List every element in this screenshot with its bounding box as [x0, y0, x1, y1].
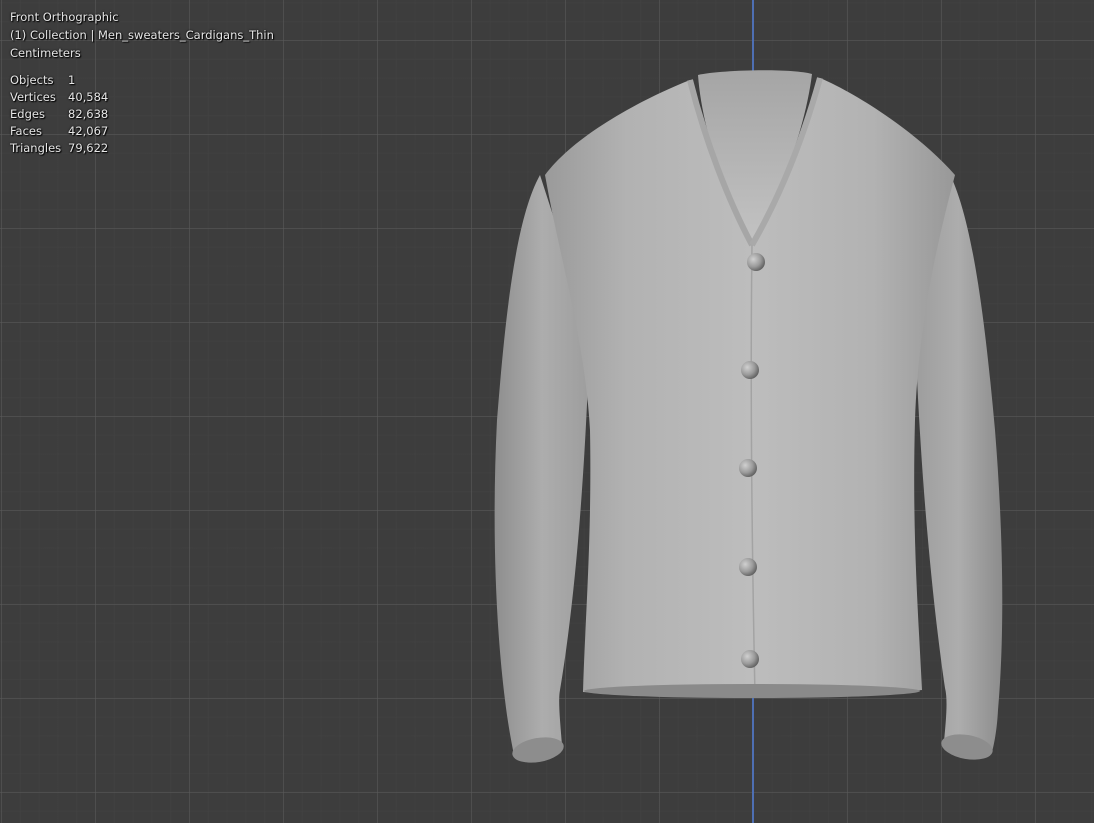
- button-3: [739, 459, 757, 477]
- 3d-viewport[interactable]: Front Orthographic (1) Collection | Men_…: [0, 0, 1094, 823]
- button-1: [747, 253, 765, 271]
- hem-opening: [584, 684, 920, 698]
- button-2: [741, 361, 759, 379]
- button-4: [739, 558, 757, 576]
- button-5: [741, 650, 759, 668]
- cardigan-mesh[interactable]: [0, 0, 1094, 823]
